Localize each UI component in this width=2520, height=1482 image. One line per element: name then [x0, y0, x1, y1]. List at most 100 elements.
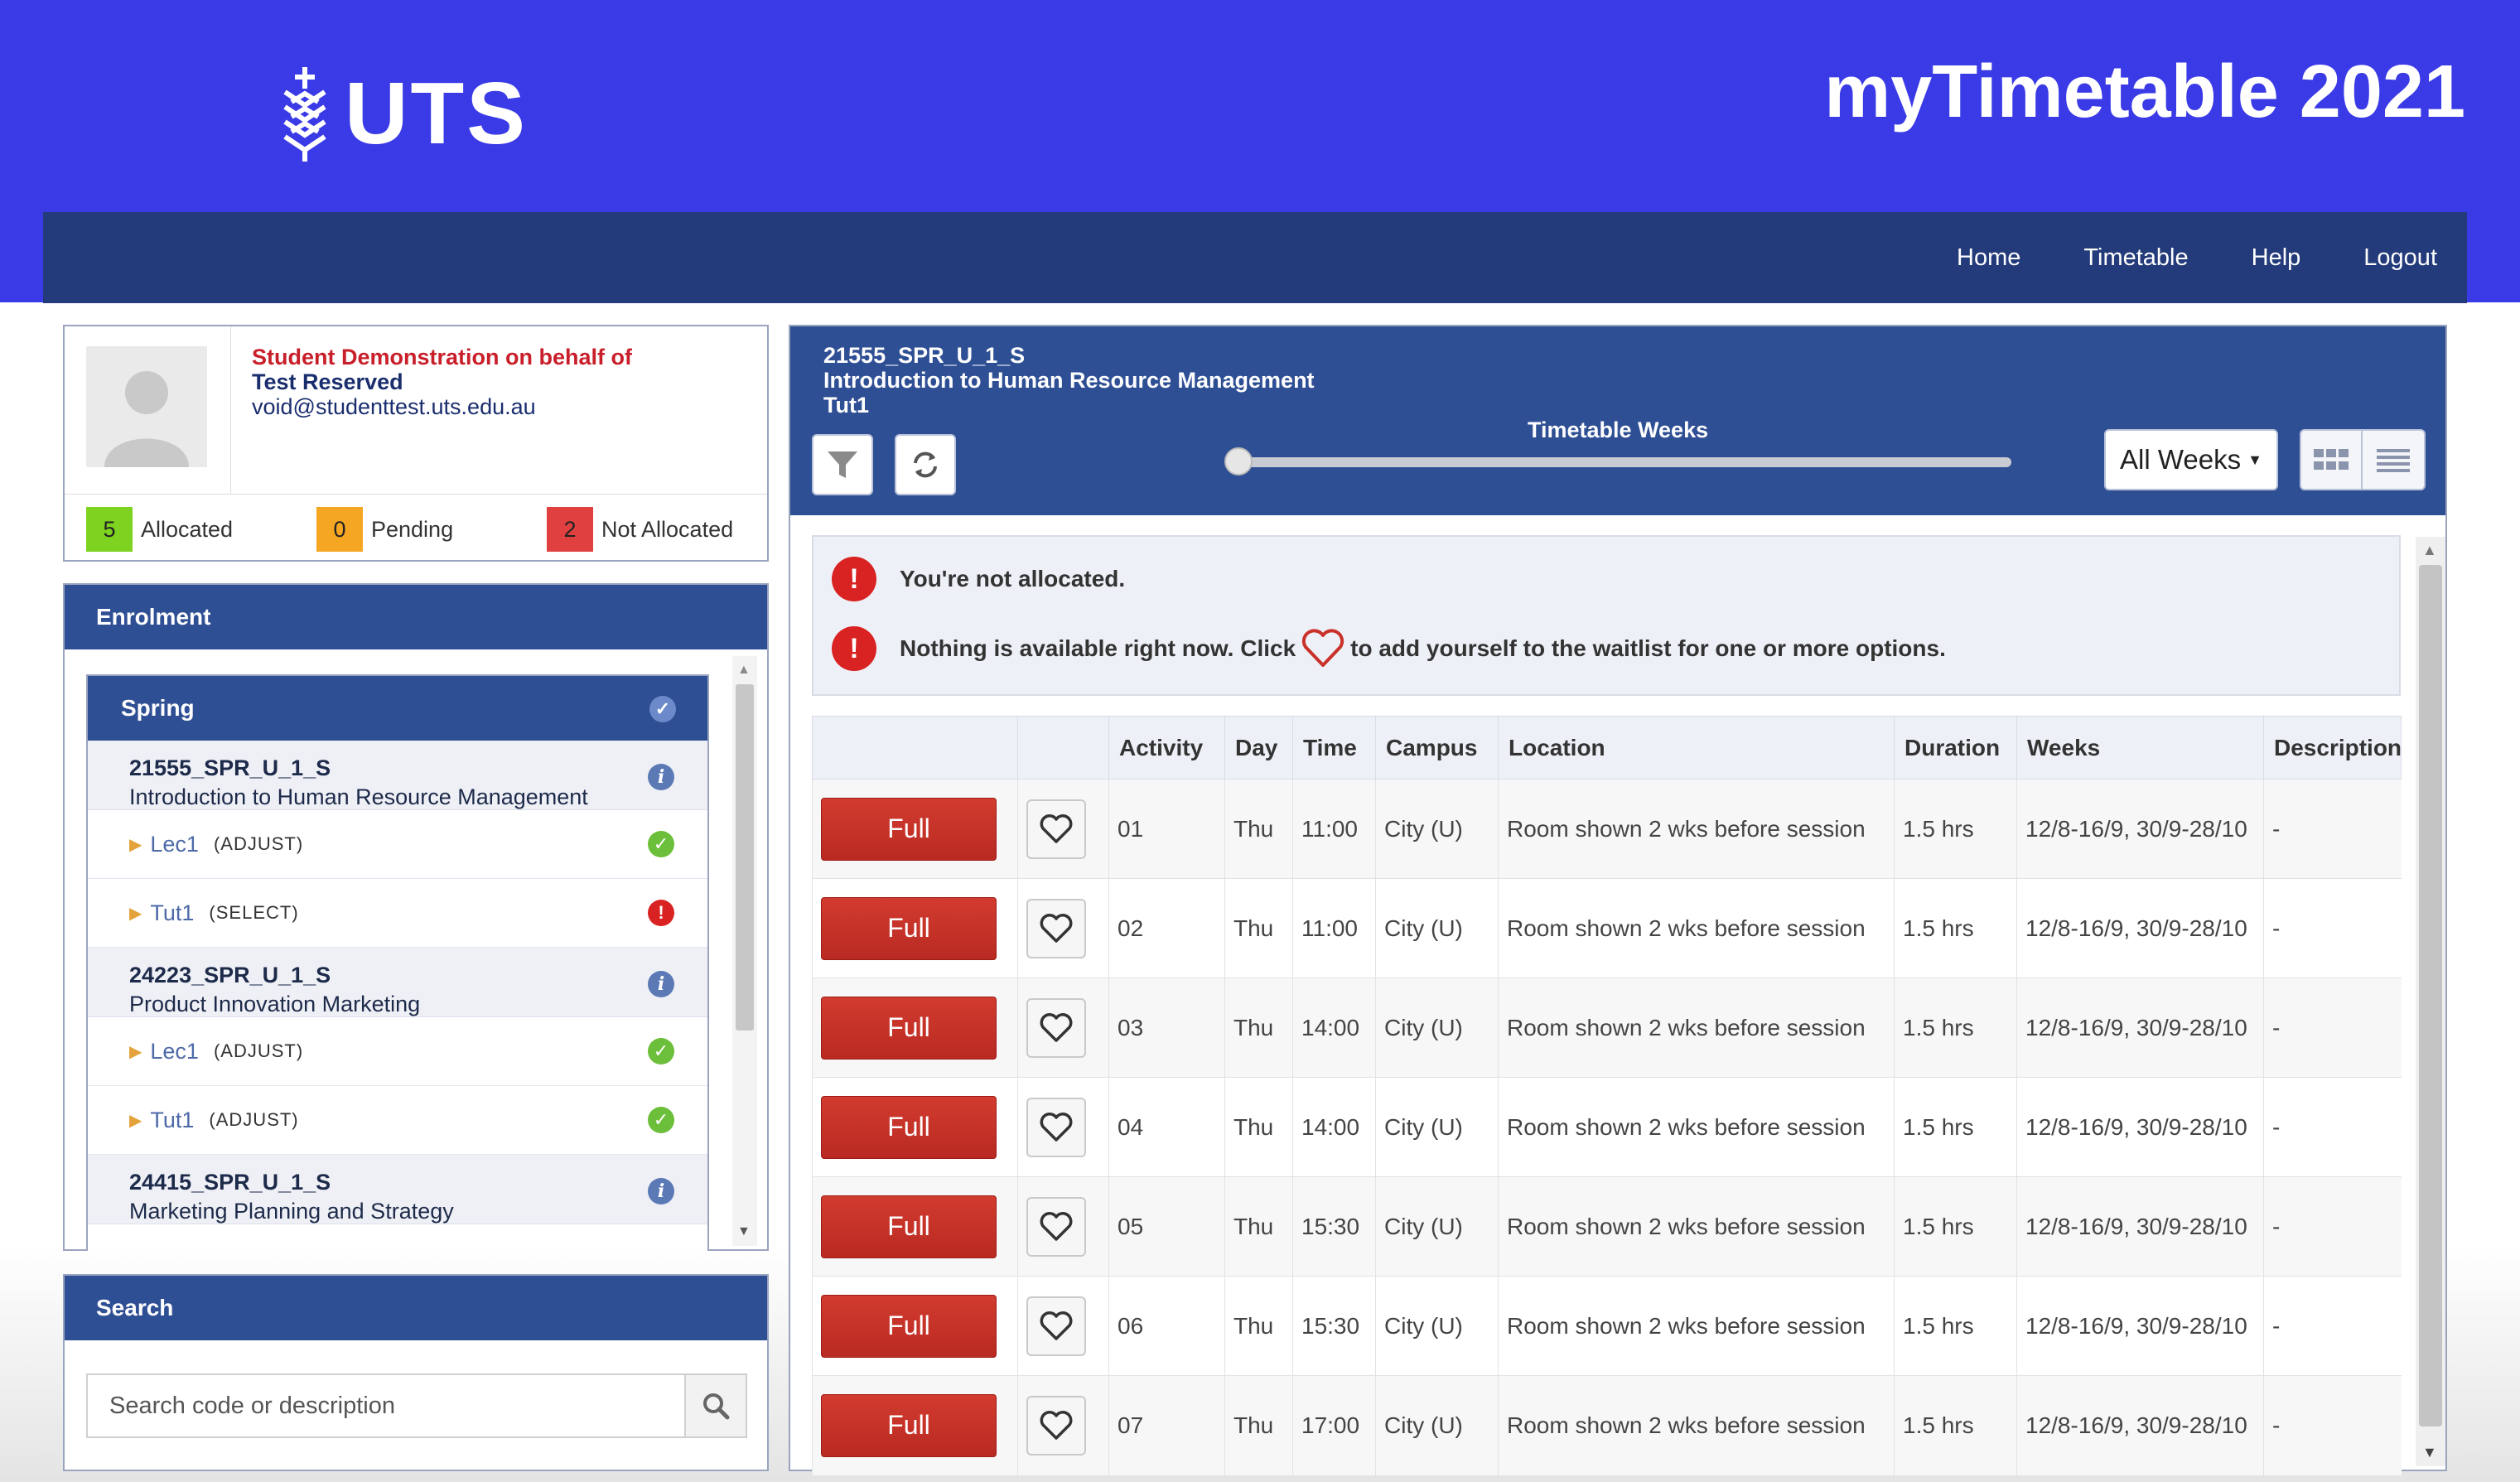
table-row: Full 05 Thu 15:30 City (U) Room shown 2 wks b… [812, 1176, 2402, 1277]
cell-weeks: 12/8-16/9, 30/9-28/10 [2016, 1276, 2264, 1376]
column-header-campus[interactable]: Campus [1375, 716, 1499, 780]
full-button[interactable]: Full [821, 1393, 997, 1457]
refresh-button[interactable] [895, 434, 956, 495]
weeks-slider-track[interactable] [1233, 457, 2011, 467]
detail-header: 21555_SPR_U_1_S Introduction to Human Re… [790, 326, 2445, 515]
search-button[interactable] [684, 1375, 746, 1436]
stat-allocated: 5 Allocated [86, 507, 233, 552]
table-row: Full 07 Thu 17:00 City (U) Room shown 2 wks b… [812, 1375, 2402, 1475]
column-header-activity[interactable]: Activity [1108, 716, 1225, 780]
alert-circle-icon: ! [832, 557, 876, 601]
cell-weeks: 12/8-16/9, 30/9-28/10 [2016, 978, 2264, 1078]
waitlist-heart-button[interactable] [1026, 799, 1086, 859]
scroll-up-arrow-icon[interactable]: ▲ [2422, 542, 2437, 559]
full-button[interactable]: Full [821, 996, 997, 1060]
table-row: Full 01 Thu 11:00 City (U) Room shown 2 wks b… [812, 779, 2402, 879]
cell-weeks: 12/8-16/9, 30/9-28/10 [2016, 1176, 2264, 1277]
semester-header[interactable]: Spring ✓ [88, 676, 707, 741]
course-item[interactable]: 24223_SPR_U_1_S Product Innovation Marke… [88, 948, 707, 1017]
nav-help[interactable]: Help [2252, 244, 2301, 272]
scroll-down-arrow-icon[interactable]: ▼ [2422, 1444, 2437, 1461]
full-button[interactable]: Full [821, 1095, 997, 1159]
top-navbar: Home Timetable Help Logout [43, 212, 2467, 303]
user-silhouette-icon [104, 371, 189, 467]
scroll-up-arrow-icon[interactable]: ▲ [737, 663, 751, 678]
waitlist-heart-button[interactable] [1026, 997, 1086, 1058]
cell-duration: 1.5 hrs [1894, 1077, 2017, 1177]
waitlist-cell [1017, 1077, 1109, 1177]
cell-time: 17:00 [1292, 1375, 1376, 1475]
full-button[interactable]: Full [821, 1195, 997, 1258]
pending-count-badge: 0 [316, 507, 363, 552]
activity-link[interactable]: Tut1 [150, 900, 194, 926]
scrollbar-thumb[interactable] [2419, 565, 2442, 1426]
course-item[interactable]: 21555_SPR_U_1_S Introduction to Human Re… [88, 741, 707, 810]
scroll-down-arrow-icon[interactable]: ▼ [737, 1224, 751, 1239]
activity-link[interactable]: Tut1 [150, 1108, 194, 1133]
full-cell: Full [812, 1176, 1018, 1277]
cell-time: 15:30 [1292, 1176, 1376, 1277]
table-row: Full 06 Thu 15:30 City (U) Room shown 2 wks b… [812, 1276, 2402, 1376]
activity-detail-panel: 21555_SPR_U_1_S Introduction to Human Re… [789, 325, 2447, 1475]
uts-logo[interactable]: UTS [273, 60, 528, 167]
nav-home[interactable]: Home [1957, 244, 2020, 272]
waitlist-heart-button[interactable] [1026, 1196, 1086, 1257]
caret-right-icon: ▶ [129, 1042, 142, 1061]
activity-item[interactable]: ▶ Lec1 (ADJUST) ✓ [88, 810, 707, 879]
activity-item[interactable]: ▶ Tut1 (SELECT) ! [88, 879, 707, 948]
info-icon[interactable]: i [648, 1178, 674, 1204]
enrolment-header: Enrolment [65, 585, 767, 649]
full-button[interactable]: Full [821, 797, 997, 861]
check-circle-icon: ✓ [648, 831, 674, 857]
info-icon[interactable]: i [648, 764, 674, 790]
cell-campus: City (U) [1375, 1276, 1499, 1376]
filter-button[interactable] [812, 434, 873, 495]
activity-state: (SELECT) [209, 902, 299, 923]
waitlist-heart-button[interactable] [1026, 898, 1086, 958]
info-icon[interactable]: i [648, 971, 674, 997]
course-item[interactable]: 24415_SPR_U_1_S Marketing Planning and S… [88, 1155, 707, 1224]
search-input[interactable] [88, 1375, 686, 1436]
course-code: 21555_SPR_U_1_S [129, 755, 331, 780]
column-header-day[interactable]: Day [1224, 716, 1293, 780]
enrolment-panel: Enrolment Spring ✓ 21555_SPR_U_1_S Intro… [63, 583, 769, 1251]
column-header-weeks[interactable]: Weeks [2016, 716, 2264, 780]
activity-item[interactable]: ▶ Lec1 (ADJUST) ✓ [88, 1017, 707, 1086]
activity-link[interactable]: Lec1 [150, 1039, 199, 1064]
cell-day: Thu [1224, 779, 1293, 879]
full-cell: Full [812, 779, 1018, 879]
column-header-duration[interactable]: Duration [1894, 716, 2017, 780]
nav-timetable[interactable]: Timetable [2083, 244, 2188, 272]
grid-view-button[interactable] [2301, 431, 2363, 489]
full-button[interactable]: Full [821, 1294, 997, 1358]
weeks-dropdown[interactable]: All Weeks ▼ [2104, 429, 2278, 490]
card-divider [230, 326, 231, 494]
cell-day: Thu [1224, 878, 1293, 978]
column-header-description[interactable]: Description [2263, 716, 2402, 780]
cell-time: 11:00 [1292, 779, 1376, 879]
cell-weeks: 12/8-16/9, 30/9-28/10 [2016, 1077, 2264, 1177]
cell-day: Thu [1224, 1176, 1293, 1277]
full-cell: Full [812, 878, 1018, 978]
cell-duration: 1.5 hrs [1894, 1176, 2017, 1277]
cell-duration: 1.5 hrs [1894, 1375, 2017, 1475]
activity-item[interactable]: ▶ Tut1 (ADJUST) ✓ [88, 1086, 707, 1155]
nav-logout[interactable]: Logout [2363, 244, 2437, 272]
waitlist-heart-button[interactable] [1026, 1296, 1086, 1356]
cell-weeks: 12/8-16/9, 30/9-28/10 [2016, 1375, 2264, 1475]
cell-description: - [2263, 1375, 2402, 1475]
course-code: 24415_SPR_U_1_S [129, 1170, 331, 1195]
activity-link[interactable]: Lec1 [150, 832, 199, 857]
column-header-location[interactable]: Location [1498, 716, 1895, 780]
column-header-time[interactable]: Time [1292, 716, 1376, 780]
detail-scrollbar[interactable]: ▲ ▼ [2416, 537, 2445, 1466]
filter-icon [828, 451, 857, 478]
activity-state: (ADJUST) [213, 833, 304, 854]
list-view-button[interactable] [2363, 431, 2424, 489]
waitlist-heart-button[interactable] [1026, 1395, 1086, 1455]
waitlist-heart-button[interactable] [1026, 1097, 1086, 1157]
full-button[interactable]: Full [821, 896, 997, 960]
enrolment-scrollbar[interactable]: ▲ ▼ [732, 656, 757, 1246]
scrollbar-thumb[interactable] [736, 684, 754, 1031]
weeks-slider-handle[interactable] [1224, 447, 1253, 475]
